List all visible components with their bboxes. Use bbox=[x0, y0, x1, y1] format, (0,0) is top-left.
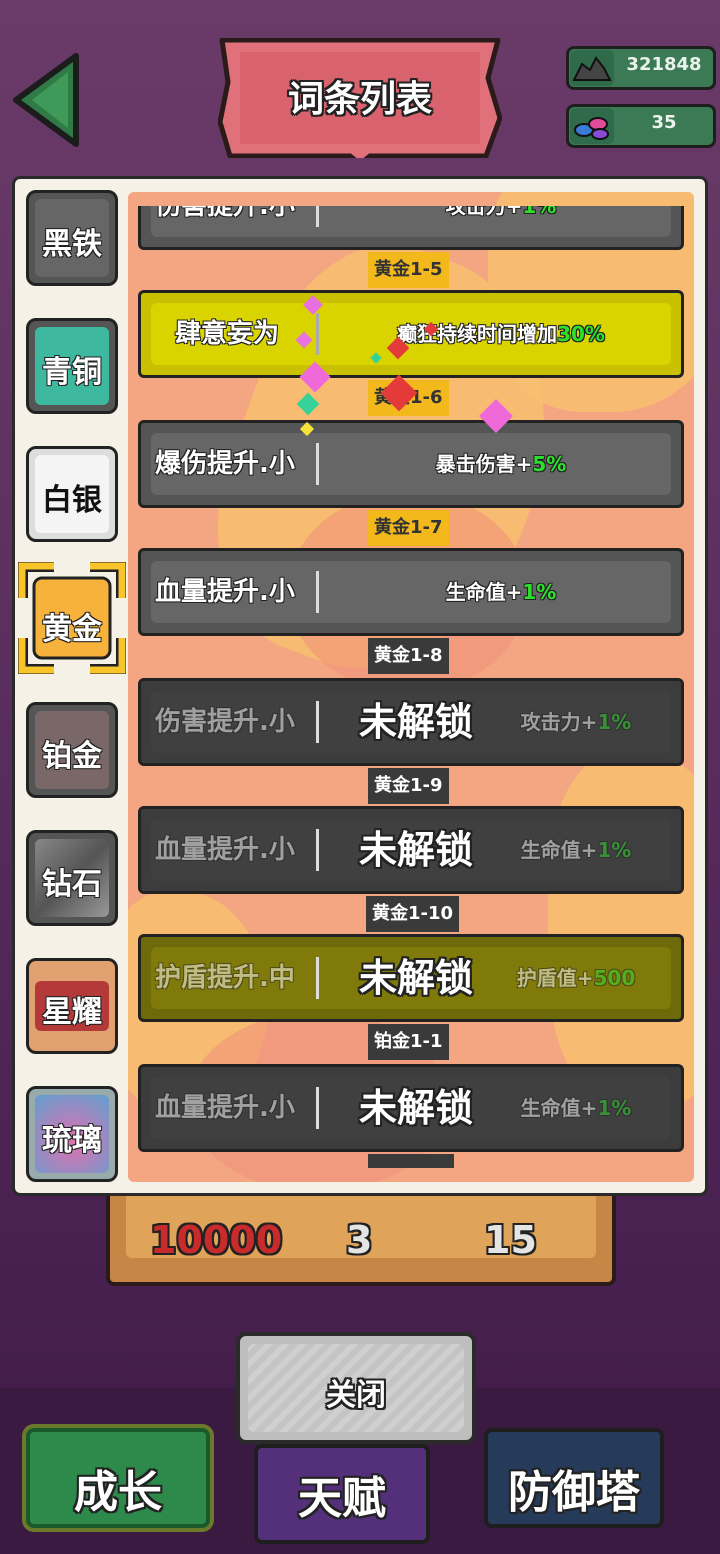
back-button[interactable] bbox=[10, 52, 84, 148]
tier-tab-diamond[interactable]: 钻石 bbox=[26, 830, 118, 926]
entry-level: 黄金1-10 bbox=[366, 896, 460, 932]
tier-tab-starlight[interactable]: 星耀 bbox=[26, 958, 118, 1054]
background-resource-crystal: 15 bbox=[484, 1218, 537, 1262]
locked-label: 未解锁 bbox=[358, 1086, 473, 1130]
entry-row[interactable]: 爆伤提升.小 暴击伤害+5% bbox=[138, 420, 684, 508]
entry-level: 黄金1-8 bbox=[368, 638, 449, 674]
tier-tab-gold[interactable]: 黄金 bbox=[16, 560, 128, 676]
tier-tab-glaze[interactable]: 琉璃 bbox=[26, 1086, 118, 1182]
page-title: 词条列表 bbox=[287, 79, 432, 120]
entry-level: 铂金1-1 bbox=[368, 1024, 449, 1060]
entry-level: 黄金1-7 bbox=[368, 510, 449, 546]
locked-label: 未解锁 bbox=[358, 956, 473, 1000]
nav-tower-button[interactable]: 防御塔 bbox=[484, 1428, 664, 1528]
close-button[interactable]: 关闭 bbox=[236, 1332, 476, 1444]
entry-row-locked[interactable]: 血量提升.小 生命值+1% 未解锁 bbox=[138, 806, 684, 894]
background-resource-gem: 3 bbox=[346, 1218, 373, 1262]
nav-talent-button[interactable]: 天赋 bbox=[254, 1444, 430, 1544]
entry-level-partial bbox=[368, 1154, 454, 1168]
resource-gem-value: 35 bbox=[651, 112, 677, 133]
tier-tab-silver[interactable]: 白银 bbox=[26, 446, 118, 542]
ore-icon bbox=[570, 50, 614, 86]
entry-row-locked[interactable]: 血量提升.小 生命值+1% 未解锁 bbox=[138, 1064, 684, 1152]
entry-row-locked[interactable]: 伤害提升.小 攻击力+1% 未解锁 bbox=[138, 678, 684, 766]
entry-level: 黄金1-9 bbox=[368, 768, 449, 804]
entry-row[interactable]: 血量提升.小 生命值+1% bbox=[138, 548, 684, 636]
resource-ore: 321848 bbox=[566, 46, 716, 90]
tier-tab-bronze[interactable]: 青铜 bbox=[26, 318, 118, 414]
resource-gem: 35 bbox=[566, 104, 716, 148]
entry-row-locked[interactable]: 护盾提升.中 护盾值+500 未解锁 bbox=[138, 934, 684, 1022]
nav-growth-button[interactable]: 成长 bbox=[26, 1428, 210, 1528]
tier-tab-platinum[interactable]: 铂金 bbox=[26, 702, 118, 798]
locked-label: 未解锁 bbox=[358, 700, 473, 744]
entry-level: 黄金1-5 bbox=[368, 252, 449, 288]
close-label: 关闭 bbox=[326, 1378, 386, 1413]
back-arrow-icon bbox=[13, 53, 79, 147]
gem-icon bbox=[570, 108, 614, 144]
locked-label: 未解锁 bbox=[358, 828, 473, 872]
tier-tab-black-iron[interactable]: 黑铁 bbox=[26, 190, 118, 286]
entry-row-special[interactable]: 肆意妄为 癫狂持续时间增加30% bbox=[138, 290, 684, 378]
resource-ore-value: 321848 bbox=[626, 54, 702, 75]
background-resource-ore: 10000 bbox=[150, 1218, 283, 1262]
